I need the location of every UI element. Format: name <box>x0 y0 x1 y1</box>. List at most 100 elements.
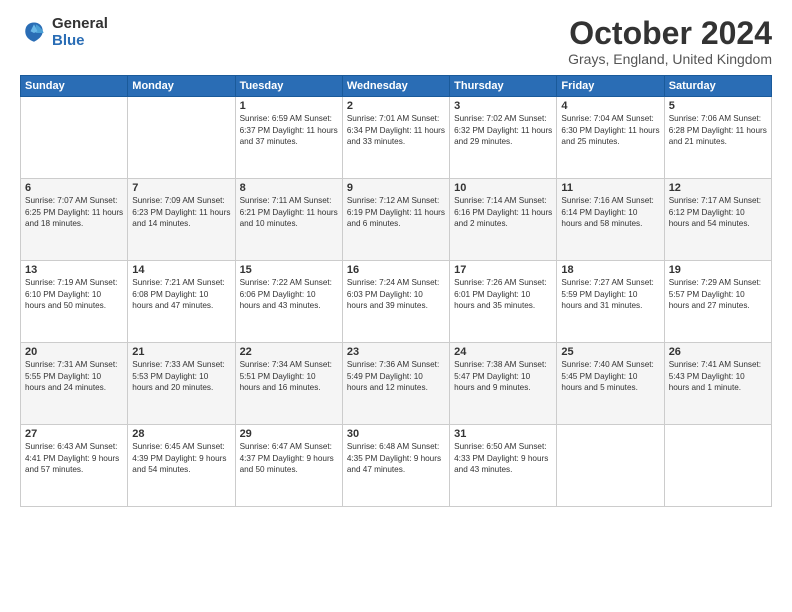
calendar-week-2: 13Sunrise: 7:19 AM Sunset: 6:10 PM Dayli… <box>21 261 772 343</box>
logo-general: General <box>52 16 108 33</box>
calendar-cell: 13Sunrise: 7:19 AM Sunset: 6:10 PM Dayli… <box>21 261 128 343</box>
calendar-cell: 25Sunrise: 7:40 AM Sunset: 5:45 PM Dayli… <box>557 343 664 425</box>
calendar-cell: 24Sunrise: 7:38 AM Sunset: 5:47 PM Dayli… <box>450 343 557 425</box>
day-number: 5 <box>669 100 767 112</box>
day-number: 29 <box>240 428 338 440</box>
calendar-cell: 27Sunrise: 6:43 AM Sunset: 4:41 PM Dayli… <box>21 425 128 507</box>
day-number: 10 <box>454 182 552 194</box>
day-number: 20 <box>25 346 123 358</box>
day-info: Sunrise: 7:26 AM Sunset: 6:01 PM Dayligh… <box>454 277 552 311</box>
day-number: 28 <box>132 428 230 440</box>
day-info: Sunrise: 7:36 AM Sunset: 5:49 PM Dayligh… <box>347 359 445 393</box>
day-info: Sunrise: 7:17 AM Sunset: 6:12 PM Dayligh… <box>669 195 767 229</box>
calendar-week-3: 20Sunrise: 7:31 AM Sunset: 5:55 PM Dayli… <box>21 343 772 425</box>
day-info: Sunrise: 6:48 AM Sunset: 4:35 PM Dayligh… <box>347 441 445 475</box>
day-info: Sunrise: 7:29 AM Sunset: 5:57 PM Dayligh… <box>669 277 767 311</box>
calendar-cell: 10Sunrise: 7:14 AM Sunset: 6:16 PM Dayli… <box>450 179 557 261</box>
calendar-title: October 2024 <box>568 16 772 51</box>
calendar-cell: 8Sunrise: 7:11 AM Sunset: 6:21 PM Daylig… <box>235 179 342 261</box>
day-info: Sunrise: 7:27 AM Sunset: 5:59 PM Dayligh… <box>561 277 659 311</box>
calendar-subtitle: Grays, England, United Kingdom <box>568 51 772 67</box>
day-number: 1 <box>240 100 338 112</box>
calendar-cell: 9Sunrise: 7:12 AM Sunset: 6:19 PM Daylig… <box>342 179 449 261</box>
calendar-cell: 11Sunrise: 7:16 AM Sunset: 6:14 PM Dayli… <box>557 179 664 261</box>
calendar-cell: 17Sunrise: 7:26 AM Sunset: 6:01 PM Dayli… <box>450 261 557 343</box>
day-number: 22 <box>240 346 338 358</box>
day-info: Sunrise: 6:59 AM Sunset: 6:37 PM Dayligh… <box>240 113 338 147</box>
day-number: 18 <box>561 264 659 276</box>
day-info: Sunrise: 7:06 AM Sunset: 6:28 PM Dayligh… <box>669 113 767 147</box>
day-info: Sunrise: 7:41 AM Sunset: 5:43 PM Dayligh… <box>669 359 767 393</box>
col-monday: Monday <box>128 76 235 97</box>
day-info: Sunrise: 7:11 AM Sunset: 6:21 PM Dayligh… <box>240 195 338 229</box>
day-number: 13 <box>25 264 123 276</box>
calendar-table: Sunday Monday Tuesday Wednesday Thursday… <box>20 75 772 507</box>
day-info: Sunrise: 7:12 AM Sunset: 6:19 PM Dayligh… <box>347 195 445 229</box>
day-number: 25 <box>561 346 659 358</box>
day-info: Sunrise: 7:01 AM Sunset: 6:34 PM Dayligh… <box>347 113 445 147</box>
day-number: 26 <box>669 346 767 358</box>
day-info: Sunrise: 7:34 AM Sunset: 5:51 PM Dayligh… <box>240 359 338 393</box>
calendar-cell: 30Sunrise: 6:48 AM Sunset: 4:35 PM Dayli… <box>342 425 449 507</box>
day-number: 2 <box>347 100 445 112</box>
calendar-cell: 16Sunrise: 7:24 AM Sunset: 6:03 PM Dayli… <box>342 261 449 343</box>
day-number: 30 <box>347 428 445 440</box>
calendar-cell: 29Sunrise: 6:47 AM Sunset: 4:37 PM Dayli… <box>235 425 342 507</box>
logo-text: General Blue <box>52 16 108 49</box>
day-info: Sunrise: 7:02 AM Sunset: 6:32 PM Dayligh… <box>454 113 552 147</box>
col-tuesday: Tuesday <box>235 76 342 97</box>
calendar-cell: 23Sunrise: 7:36 AM Sunset: 5:49 PM Dayli… <box>342 343 449 425</box>
day-info: Sunrise: 7:14 AM Sunset: 6:16 PM Dayligh… <box>454 195 552 229</box>
calendar-cell <box>21 97 128 179</box>
calendar-cell: 28Sunrise: 6:45 AM Sunset: 4:39 PM Dayli… <box>128 425 235 507</box>
col-thursday: Thursday <box>450 76 557 97</box>
calendar-cell: 22Sunrise: 7:34 AM Sunset: 5:51 PM Dayli… <box>235 343 342 425</box>
calendar-cell: 3Sunrise: 7:02 AM Sunset: 6:32 PM Daylig… <box>450 97 557 179</box>
calendar-cell: 26Sunrise: 7:41 AM Sunset: 5:43 PM Dayli… <box>664 343 771 425</box>
calendar-cell: 7Sunrise: 7:09 AM Sunset: 6:23 PM Daylig… <box>128 179 235 261</box>
logo-icon <box>20 19 48 47</box>
day-info: Sunrise: 7:33 AM Sunset: 5:53 PM Dayligh… <box>132 359 230 393</box>
day-number: 11 <box>561 182 659 194</box>
day-number: 12 <box>669 182 767 194</box>
day-info: Sunrise: 6:43 AM Sunset: 4:41 PM Dayligh… <box>25 441 123 475</box>
day-info: Sunrise: 7:31 AM Sunset: 5:55 PM Dayligh… <box>25 359 123 393</box>
day-info: Sunrise: 6:47 AM Sunset: 4:37 PM Dayligh… <box>240 441 338 475</box>
day-number: 6 <box>25 182 123 194</box>
header: General Blue October 2024 Grays, England… <box>20 16 772 67</box>
day-number: 23 <box>347 346 445 358</box>
calendar-cell <box>664 425 771 507</box>
calendar-cell: 5Sunrise: 7:06 AM Sunset: 6:28 PM Daylig… <box>664 97 771 179</box>
calendar-cell: 19Sunrise: 7:29 AM Sunset: 5:57 PM Dayli… <box>664 261 771 343</box>
day-number: 8 <box>240 182 338 194</box>
calendar-cell: 2Sunrise: 7:01 AM Sunset: 6:34 PM Daylig… <box>342 97 449 179</box>
day-number: 19 <box>669 264 767 276</box>
calendar-cell: 6Sunrise: 7:07 AM Sunset: 6:25 PM Daylig… <box>21 179 128 261</box>
day-info: Sunrise: 7:38 AM Sunset: 5:47 PM Dayligh… <box>454 359 552 393</box>
calendar-cell: 4Sunrise: 7:04 AM Sunset: 6:30 PM Daylig… <box>557 97 664 179</box>
day-number: 17 <box>454 264 552 276</box>
logo: General Blue <box>20 16 108 49</box>
day-info: Sunrise: 6:45 AM Sunset: 4:39 PM Dayligh… <box>132 441 230 475</box>
calendar-week-1: 6Sunrise: 7:07 AM Sunset: 6:25 PM Daylig… <box>21 179 772 261</box>
col-sunday: Sunday <box>21 76 128 97</box>
day-number: 14 <box>132 264 230 276</box>
day-info: Sunrise: 7:09 AM Sunset: 6:23 PM Dayligh… <box>132 195 230 229</box>
calendar-page: General Blue October 2024 Grays, England… <box>0 0 792 612</box>
logo-blue: Blue <box>52 33 108 50</box>
calendar-cell: 14Sunrise: 7:21 AM Sunset: 6:08 PM Dayli… <box>128 261 235 343</box>
day-info: Sunrise: 7:07 AM Sunset: 6:25 PM Dayligh… <box>25 195 123 229</box>
calendar-cell: 15Sunrise: 7:22 AM Sunset: 6:06 PM Dayli… <box>235 261 342 343</box>
calendar-cell: 31Sunrise: 6:50 AM Sunset: 4:33 PM Dayli… <box>450 425 557 507</box>
col-saturday: Saturday <box>664 76 771 97</box>
day-number: 24 <box>454 346 552 358</box>
calendar-cell: 21Sunrise: 7:33 AM Sunset: 5:53 PM Dayli… <box>128 343 235 425</box>
calendar-week-4: 27Sunrise: 6:43 AM Sunset: 4:41 PM Dayli… <box>21 425 772 507</box>
header-row: Sunday Monday Tuesday Wednesday Thursday… <box>21 76 772 97</box>
col-friday: Friday <box>557 76 664 97</box>
calendar-cell <box>557 425 664 507</box>
day-number: 9 <box>347 182 445 194</box>
day-info: Sunrise: 7:04 AM Sunset: 6:30 PM Dayligh… <box>561 113 659 147</box>
calendar-cell: 12Sunrise: 7:17 AM Sunset: 6:12 PM Dayli… <box>664 179 771 261</box>
day-info: Sunrise: 7:40 AM Sunset: 5:45 PM Dayligh… <box>561 359 659 393</box>
